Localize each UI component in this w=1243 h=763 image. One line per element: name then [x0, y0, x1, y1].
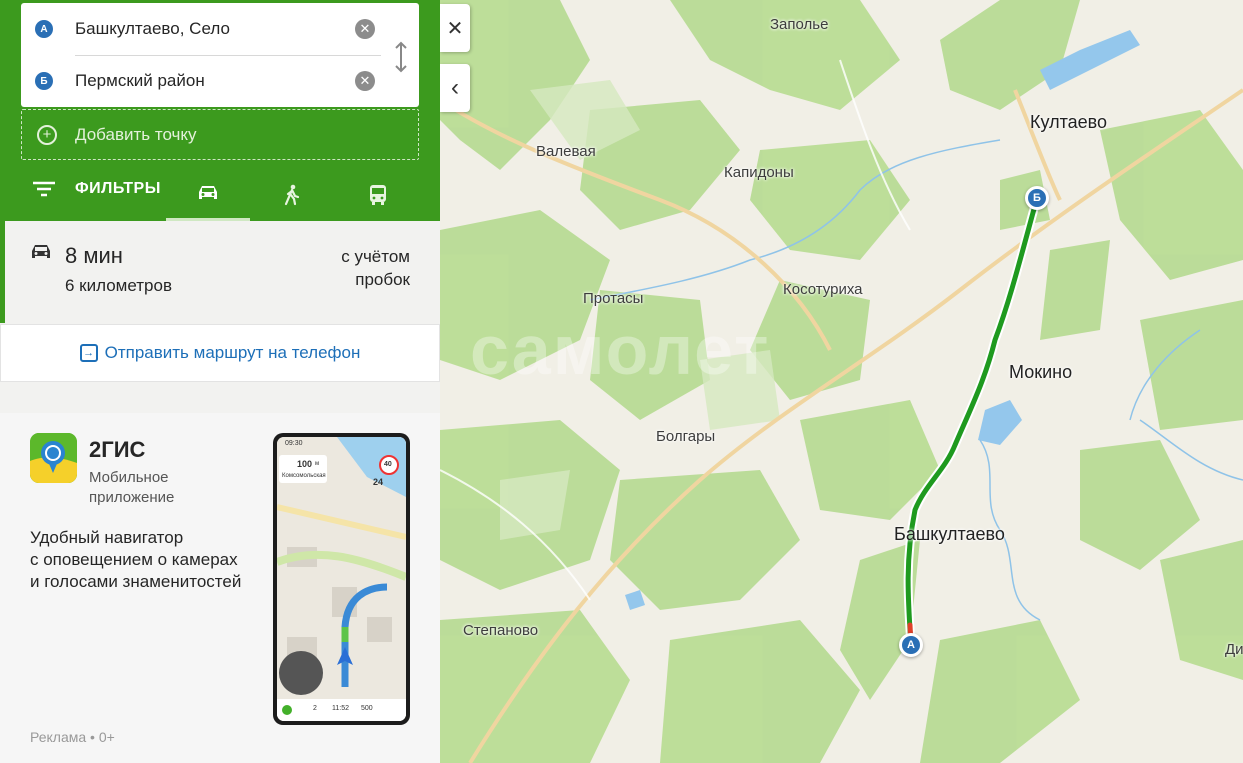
- filters-button[interactable]: ФИЛЬТРЫ: [33, 180, 161, 198]
- send-to-phone-label: Отправить маршрут на телефон: [104, 343, 361, 362]
- add-point-button[interactable]: + Добавить точку: [21, 109, 419, 160]
- place-label: Заполье: [770, 16, 829, 33]
- filter-icon: [33, 181, 55, 197]
- transport-modes: ФИЛЬТРЫ: [0, 168, 440, 221]
- route-start-marker[interactable]: А: [899, 633, 923, 657]
- place-label: Степаново: [463, 622, 539, 639]
- pedestrian-icon: [284, 184, 300, 205]
- from-field[interactable]: А Башкултаево, Село ✕: [21, 3, 381, 55]
- filters-label: ФИЛЬТРЫ: [75, 180, 161, 197]
- route-header: А Башкултаево, Село ✕ Б Пермский район ✕…: [0, 0, 440, 221]
- plus-circle-icon: +: [37, 124, 57, 145]
- mode-walk-tab[interactable]: [250, 168, 334, 221]
- route-end-marker[interactable]: Б: [1025, 186, 1049, 210]
- collapse-panel-button[interactable]: ‹: [440, 64, 470, 112]
- car-icon: [199, 186, 217, 199]
- clear-icon[interactable]: ✕: [355, 19, 375, 39]
- place-label: Протасы: [583, 290, 644, 307]
- from-value[interactable]: Башкултаево, Село: [75, 19, 355, 39]
- close-route-button[interactable]: ✕: [440, 4, 470, 52]
- route-inputs: А Башкултаево, Село ✕ Б Пермский район ✕: [21, 3, 419, 107]
- point-a-icon: А: [35, 20, 53, 38]
- place-label: Косотуриха: [783, 281, 863, 298]
- clear-icon[interactable]: ✕: [355, 71, 375, 91]
- route-result-card[interactable]: 8 мин 6 километров с учётом пробок: [0, 221, 440, 323]
- route-time: 8 мин: [65, 243, 123, 268]
- app-name: 2ГИС: [89, 437, 146, 462]
- point-b-icon: Б: [35, 72, 53, 90]
- to-field[interactable]: Б Пермский район ✕: [21, 55, 381, 107]
- app-subtitle: Мобильное приложение: [89, 469, 175, 506]
- ad-banner[interactable]: 2ГИС Мобильное приложение Удобный навига…: [0, 413, 440, 763]
- add-point-label: Добавить точку: [75, 124, 197, 144]
- ad-description: Удобный навигатор с оповещением о камера…: [30, 528, 242, 591]
- swap-points-icon[interactable]: [389, 39, 413, 75]
- place-label: Култаево: [1030, 112, 1108, 132]
- bus-icon: [370, 184, 386, 205]
- place-label: Мокино: [1009, 362, 1073, 382]
- mode-car-tab[interactable]: [166, 168, 250, 221]
- phone-mockup: 09:30 100 м Комсомольская 40 24 2 11:52 …: [273, 433, 410, 725]
- place-label: Капидоны: [724, 164, 794, 181]
- place-label: Ди: [1225, 641, 1243, 658]
- ad-label: Реклама • 0+: [30, 729, 115, 745]
- map-view[interactable]: самолет Заполье Култаево Валевая Капидон…: [440, 0, 1243, 763]
- traffic-note: с учётом пробок: [341, 247, 410, 289]
- route-panel: А Башкултаево, Село ✕ Б Пермский район ✕…: [0, 0, 440, 763]
- route-distance: 6 километров: [65, 276, 172, 295]
- send-to-phone-button[interactable]: → Отправить маршрут на телефон: [0, 324, 440, 382]
- mode-transit-tab[interactable]: [336, 168, 420, 221]
- place-label: Башкултаево: [894, 524, 1005, 544]
- to-value[interactable]: Пермский район: [75, 71, 355, 91]
- car-icon: [32, 245, 50, 258]
- place-label: Валевая: [536, 143, 596, 160]
- 2gis-logo-icon: [30, 433, 77, 483]
- send-icon: →: [79, 344, 98, 362]
- place-label: Болгары: [656, 428, 716, 445]
